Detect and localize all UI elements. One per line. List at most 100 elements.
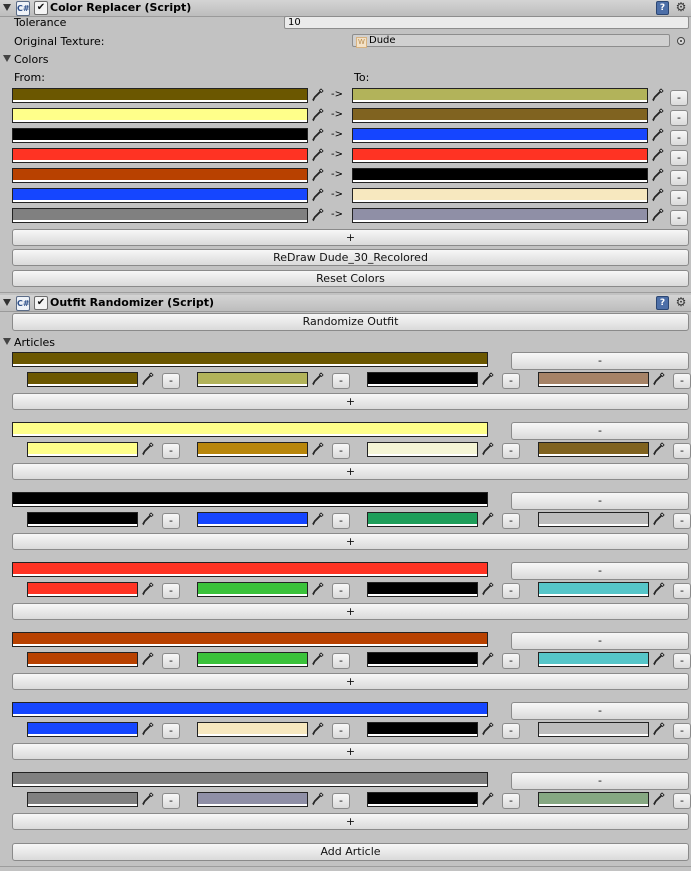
eyedropper-icon[interactable] [312, 128, 324, 142]
eyedropper-icon[interactable] [312, 88, 324, 102]
variant-color-field[interactable] [367, 372, 478, 387]
eyedropper-icon[interactable] [142, 652, 154, 666]
eyedropper-icon[interactable] [652, 148, 664, 162]
remove-color-button[interactable]: - [670, 170, 688, 186]
remove-variant-button[interactable]: - [332, 443, 350, 459]
remove-variant-button[interactable]: - [332, 793, 350, 809]
eyedropper-icon[interactable] [482, 512, 494, 526]
variant-color-field[interactable] [197, 652, 308, 667]
article-base-color[interactable] [12, 772, 488, 787]
remove-variant-button[interactable]: - [332, 583, 350, 599]
eyedropper-icon[interactable] [312, 372, 324, 386]
remove-variant-button[interactable]: - [162, 793, 180, 809]
remove-variant-button[interactable]: - [162, 653, 180, 669]
remove-variant-button[interactable]: - [332, 653, 350, 669]
remove-variant-button[interactable]: - [673, 373, 691, 389]
variant-color-field[interactable] [538, 652, 649, 667]
variant-color-field[interactable] [197, 372, 308, 387]
gear-icon[interactable]: ⚙ [673, 0, 689, 15]
remove-color-button[interactable]: - [670, 210, 688, 226]
remove-article-button[interactable]: - [511, 562, 689, 580]
add-variant-button[interactable]: + [12, 463, 689, 480]
variant-color-field[interactable] [197, 722, 308, 737]
remove-article-button[interactable]: - [511, 492, 689, 510]
eyedropper-icon[interactable] [653, 372, 665, 386]
to-color-field[interactable] [352, 108, 648, 123]
gear-icon[interactable]: ⚙ [673, 295, 689, 310]
eyedropper-icon[interactable] [482, 722, 494, 736]
eyedropper-icon[interactable] [482, 582, 494, 596]
remove-variant-button[interactable]: - [332, 373, 350, 389]
variant-color-field[interactable] [27, 372, 138, 387]
remove-color-button[interactable]: - [670, 90, 688, 106]
variant-color-field[interactable] [27, 722, 138, 737]
help-icon[interactable]: ? [656, 296, 669, 310]
to-color-field[interactable] [352, 188, 648, 203]
add-article-button[interactable]: Add Article [12, 843, 689, 861]
eyedropper-icon[interactable] [142, 442, 154, 456]
eyedropper-icon[interactable] [142, 722, 154, 736]
article-base-color[interactable] [12, 562, 488, 577]
eyedropper-icon[interactable] [312, 792, 324, 806]
eyedropper-icon[interactable] [142, 372, 154, 386]
randomize-outfit-button[interactable]: Randomize Outfit [12, 313, 689, 331]
remove-variant-button[interactable]: - [673, 513, 691, 529]
eyedropper-icon[interactable] [653, 722, 665, 736]
remove-variant-button[interactable]: - [162, 373, 180, 389]
variant-color-field[interactable] [27, 442, 138, 457]
eyedropper-icon[interactable] [482, 372, 494, 386]
article-base-color[interactable] [12, 632, 488, 647]
to-color-field[interactable] [352, 208, 648, 223]
eyedropper-icon[interactable] [142, 792, 154, 806]
original-texture-field[interactable]: W Dude [352, 34, 670, 48]
remove-variant-button[interactable]: - [162, 443, 180, 459]
eyedropper-icon[interactable] [652, 188, 664, 202]
variant-color-field[interactable] [367, 722, 478, 737]
eyedropper-icon[interactable] [312, 512, 324, 526]
variant-color-field[interactable] [538, 512, 649, 527]
remove-article-button[interactable]: - [511, 352, 689, 370]
remove-article-button[interactable]: - [511, 632, 689, 650]
eyedropper-icon[interactable] [653, 652, 665, 666]
remove-variant-button[interactable]: - [332, 723, 350, 739]
remove-article-button[interactable]: - [511, 702, 689, 720]
add-variant-button[interactable]: + [12, 533, 689, 550]
variant-color-field[interactable] [197, 442, 308, 457]
remove-variant-button[interactable]: - [162, 583, 180, 599]
variant-color-field[interactable] [27, 512, 138, 527]
variant-color-field[interactable] [538, 372, 649, 387]
reset-colors-button[interactable]: Reset Colors [12, 270, 689, 287]
remove-variant-button[interactable]: - [502, 793, 520, 809]
article-base-color[interactable] [12, 422, 488, 437]
eyedropper-icon[interactable] [652, 108, 664, 122]
variant-color-field[interactable] [538, 442, 649, 457]
variant-color-field[interactable] [197, 582, 308, 597]
remove-color-button[interactable]: - [670, 110, 688, 126]
eyedropper-icon[interactable] [312, 652, 324, 666]
variant-color-field[interactable] [538, 582, 649, 597]
article-base-color[interactable] [12, 352, 488, 367]
from-color-field[interactable] [12, 148, 308, 163]
eyedropper-icon[interactable] [312, 722, 324, 736]
variant-color-field[interactable] [538, 792, 649, 807]
remove-variant-button[interactable]: - [502, 513, 520, 529]
eyedropper-icon[interactable] [482, 652, 494, 666]
article-base-color[interactable] [12, 702, 488, 717]
variant-color-field[interactable] [367, 582, 478, 597]
variant-color-field[interactable] [538, 722, 649, 737]
fold-triangle-icon[interactable] [3, 4, 11, 11]
from-color-field[interactable] [12, 128, 308, 143]
remove-variant-button[interactable]: - [162, 513, 180, 529]
remove-variant-button[interactable]: - [673, 443, 691, 459]
variant-color-field[interactable] [367, 652, 478, 667]
eyedropper-icon[interactable] [482, 792, 494, 806]
to-color-field[interactable] [352, 168, 648, 183]
remove-article-button[interactable]: - [511, 422, 689, 440]
eyedropper-icon[interactable] [653, 512, 665, 526]
add-color-button[interactable]: + [12, 229, 689, 246]
variant-color-field[interactable] [367, 512, 478, 527]
eyedropper-icon[interactable] [653, 792, 665, 806]
remove-variant-button[interactable]: - [332, 513, 350, 529]
remove-article-button[interactable]: - [511, 772, 689, 790]
enabled-checkbox[interactable]: ✔ [34, 296, 48, 310]
